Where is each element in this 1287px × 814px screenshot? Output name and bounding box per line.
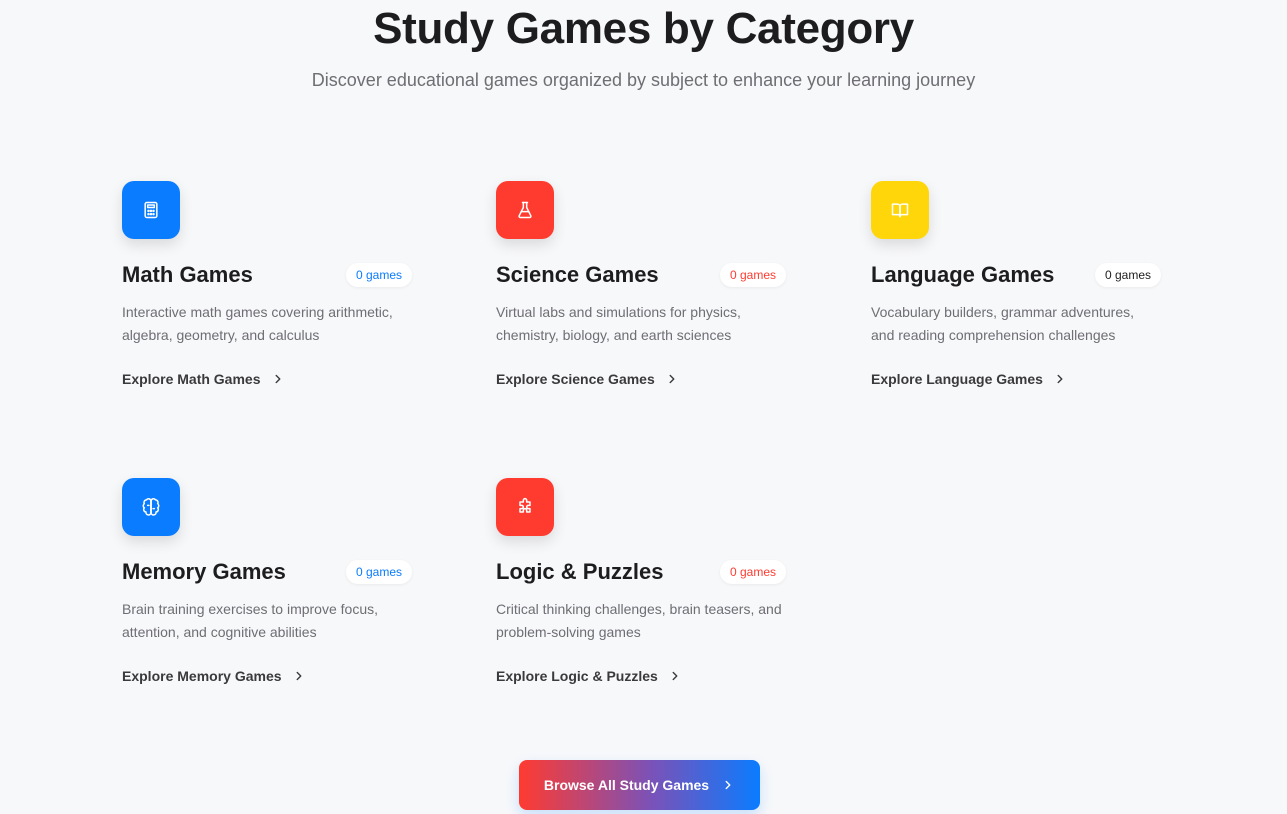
brain-icon xyxy=(122,478,180,536)
explore-link-label: Explore Memory Games xyxy=(122,668,282,684)
explore-link-label: Explore Math Games xyxy=(122,371,261,387)
study-games-section: Study Games by Category Discover educati… xyxy=(0,0,1287,814)
chevron-right-icon xyxy=(292,669,306,683)
browse-all-button[interactable]: Browse All Study Games xyxy=(519,760,760,810)
flask-icon xyxy=(496,181,554,239)
card-title: Science Games xyxy=(496,262,659,287)
card-title: Math Games xyxy=(122,262,253,287)
calculator-icon xyxy=(122,181,180,239)
category-card-language[interactable]: Language Games 0 games Vocabulary builde… xyxy=(871,181,1161,411)
game-count-badge: 0 games xyxy=(345,263,412,287)
card-description: Brain training exercises to improve focu… xyxy=(122,601,378,640)
game-count-badge: 0 games xyxy=(719,560,786,584)
page-subtitle: Discover educational games organized by … xyxy=(311,70,976,90)
page-title: Study Games by Category xyxy=(373,4,914,53)
explore-link-label: Explore Science Games xyxy=(496,371,655,387)
category-card-memory[interactable]: Memory Games 0 games Brain training exer… xyxy=(122,478,412,708)
card-description: Interactive math games covering arithmet… xyxy=(122,304,393,343)
category-card-logic[interactable]: Logic & Puzzles 0 games Critical thinkin… xyxy=(496,478,786,708)
explore-logic-link[interactable]: Explore Logic & Puzzles xyxy=(496,668,682,684)
chevron-right-icon xyxy=(1053,372,1067,386)
category-card-science[interactable]: Science Games 0 games Virtual labs and s… xyxy=(496,181,786,411)
explore-math-link[interactable]: Explore Math Games xyxy=(122,371,285,387)
explore-language-link[interactable]: Explore Language Games xyxy=(871,371,1067,387)
card-description: Critical thinking challenges, brain teas… xyxy=(496,601,782,640)
card-description: Virtual labs and simulations for physics… xyxy=(496,304,741,343)
game-count-badge: 0 games xyxy=(1094,263,1161,287)
game-count-badge: 0 games xyxy=(719,263,786,287)
card-title: Language Games xyxy=(871,262,1055,287)
chevron-right-icon xyxy=(668,669,682,683)
explore-memory-link[interactable]: Explore Memory Games xyxy=(122,668,306,684)
category-card-math[interactable]: Math Games 0 games Interactive math game… xyxy=(122,181,412,411)
chevron-right-icon xyxy=(271,372,285,386)
card-title: Logic & Puzzles xyxy=(496,559,664,584)
puzzle-icon xyxy=(496,478,554,536)
explore-link-label: Explore Logic & Puzzles xyxy=(496,668,658,684)
chevron-right-icon xyxy=(665,372,679,386)
game-count-badge: 0 games xyxy=(345,560,412,584)
book-icon xyxy=(871,181,929,239)
card-title: Memory Games xyxy=(122,559,286,584)
browse-all-label: Browse All Study Games xyxy=(543,777,710,793)
explore-link-label: Explore Language Games xyxy=(871,371,1043,387)
card-description: Vocabulary builders, grammar adventures,… xyxy=(871,304,1135,343)
explore-science-link[interactable]: Explore Science Games xyxy=(496,371,679,387)
chevron-right-icon xyxy=(721,778,735,792)
